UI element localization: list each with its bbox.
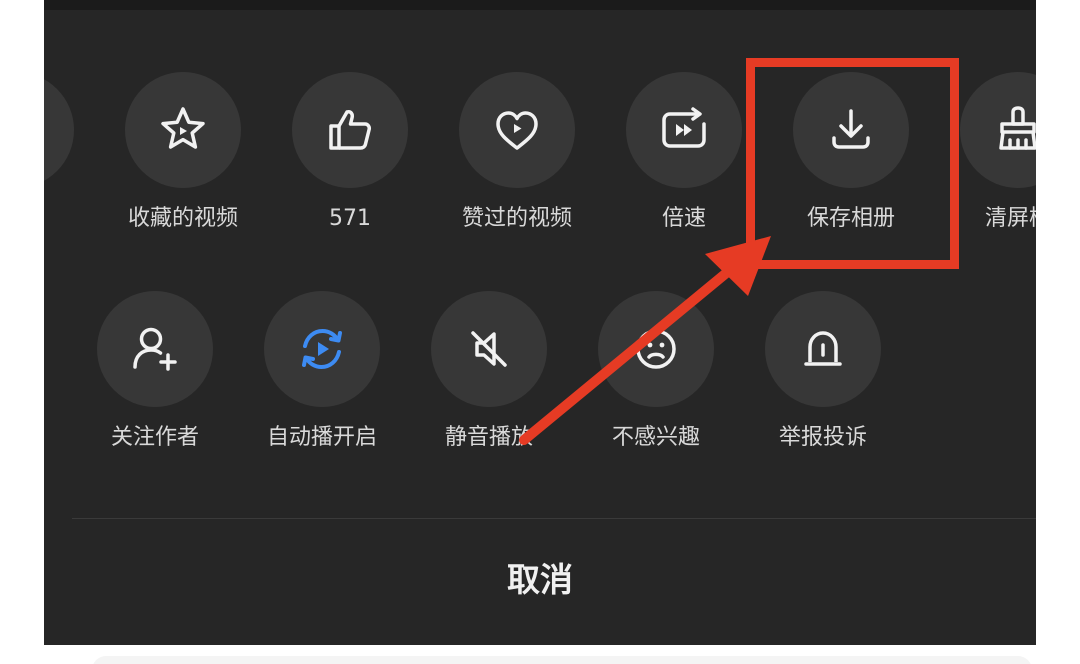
action-partial-left[interactable] bbox=[44, 72, 86, 262]
action-liked-videos[interactable]: 赞过的视频 bbox=[447, 72, 587, 262]
action-label: 收藏的视频 bbox=[127, 206, 238, 231]
download-icon bbox=[832, 109, 870, 149]
action-save-circle bbox=[793, 72, 909, 188]
action-label: 静音播放 bbox=[444, 425, 533, 450]
alarm-icon bbox=[804, 331, 842, 366]
action-clear-circle bbox=[960, 72, 1036, 188]
action-label: 清屏模 bbox=[984, 206, 1036, 231]
action-not-interested-circle bbox=[598, 291, 714, 407]
action-label: 不感兴趣 bbox=[611, 425, 700, 450]
panel-top-edge bbox=[44, 0, 1036, 10]
action-favorite-videos[interactable]: 收藏的视频 bbox=[113, 72, 253, 262]
star-play-icon bbox=[161, 107, 205, 149]
screenshot-stage: 收藏的视频 571 赞过的视频 倍速 保存相册 清屏 关注作者 自动播开启 静音… bbox=[0, 0, 1080, 664]
mute-icon bbox=[471, 331, 507, 367]
thumbs-up-icon bbox=[329, 110, 371, 150]
action-label: 举报投诉 bbox=[778, 425, 867, 450]
broom-icon bbox=[999, 106, 1036, 150]
page-bottom-card bbox=[92, 656, 1032, 664]
action-liked-circle bbox=[459, 72, 575, 188]
action-like-circle bbox=[292, 72, 408, 188]
action-label: 保存相册 bbox=[806, 206, 895, 231]
action-follow-author[interactable]: 关注作者 bbox=[85, 291, 225, 481]
action-mute-circle bbox=[431, 291, 547, 407]
action-autoplay[interactable]: 自动播开启 bbox=[252, 291, 392, 481]
action-autoplay-circle bbox=[264, 291, 380, 407]
action-clear-screen[interactable]: 清屏模 bbox=[948, 72, 1036, 262]
speed-play-icon bbox=[662, 107, 706, 148]
add-user-icon bbox=[133, 327, 177, 371]
action-not-interested[interactable]: 不感兴趣 bbox=[586, 291, 726, 481]
action-favorite-circle bbox=[125, 72, 241, 188]
autoplay-icon bbox=[302, 328, 342, 370]
action-label: 关注作者 bbox=[110, 425, 199, 450]
action-like-count[interactable]: 571 bbox=[280, 72, 420, 262]
action-label: 571 bbox=[329, 206, 371, 231]
action-playback-speed[interactable]: 倍速 bbox=[614, 72, 754, 262]
action-report[interactable]: 举报投诉 bbox=[753, 291, 893, 481]
action-label: 赞过的视频 bbox=[461, 206, 572, 231]
cancel-button[interactable]: 取消 bbox=[44, 560, 1036, 600]
action-report-circle bbox=[765, 291, 881, 407]
heart-play-icon bbox=[496, 111, 538, 150]
action-label: 倍速 bbox=[661, 206, 706, 231]
panel-divider bbox=[72, 518, 1036, 519]
sad-face-icon bbox=[636, 329, 676, 369]
action-follow-circle bbox=[97, 291, 213, 407]
action-mute-play[interactable]: 静音播放 bbox=[419, 291, 559, 481]
action-speed-circle bbox=[626, 72, 742, 188]
action-save-to-album[interactable]: 保存相册 bbox=[781, 72, 921, 262]
action-partial-circle bbox=[44, 72, 74, 188]
share-action-panel: 收藏的视频 571 赞过的视频 倍速 保存相册 清屏 关注作者 自动播开启 静音… bbox=[44, 0, 1036, 645]
action-label: 自动播开启 bbox=[266, 425, 377, 450]
